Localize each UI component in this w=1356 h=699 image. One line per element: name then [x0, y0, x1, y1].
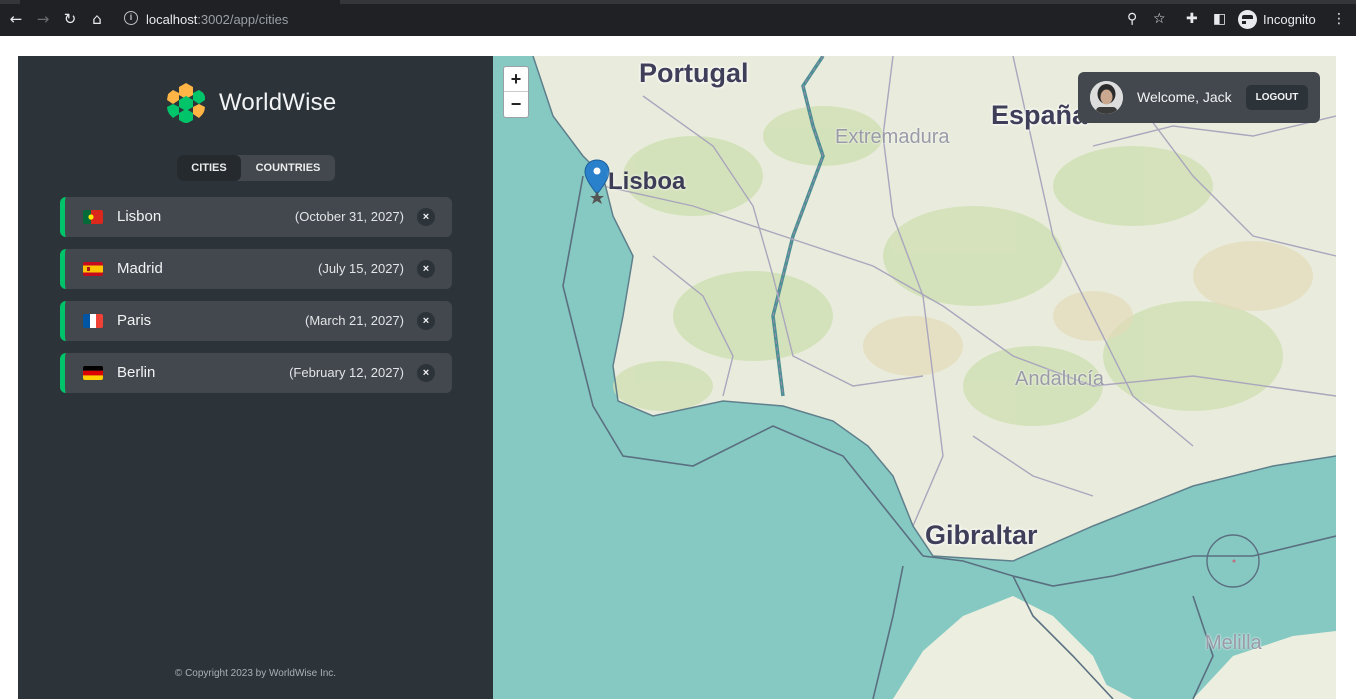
- city-date: (October 31, 2027): [294, 209, 404, 224]
- city-date: (March 21, 2027): [305, 313, 404, 328]
- map-label-andalucia: Andalucía: [1015, 368, 1104, 390]
- map-label-extremadura: Extremadura: [835, 126, 950, 148]
- globe-logo-icon: [164, 81, 208, 125]
- map-label-melilla: Melilla: [1205, 632, 1262, 654]
- tab-countries[interactable]: COUNTRIES: [241, 155, 335, 181]
- delete-city-button[interactable]: ×: [417, 312, 435, 330]
- delete-city-button[interactable]: ×: [417, 364, 435, 382]
- city-item-lisbon[interactable]: Lisbon (October 31, 2027) ×: [60, 197, 452, 237]
- city-list: Lisbon (October 31, 2027) × Madrid (July…: [60, 197, 452, 405]
- delete-city-button[interactable]: ×: [417, 208, 435, 226]
- info-icon[interactable]: i: [124, 11, 138, 25]
- incognito-label: Incognito: [1263, 11, 1316, 27]
- location-icon[interactable]: ⚲: [1127, 10, 1137, 28]
- portugal-flag-icon: [83, 210, 103, 224]
- city-date: (July 15, 2027): [318, 261, 404, 276]
- city-name: Paris: [117, 312, 152, 329]
- extensions-icon[interactable]: ✚: [1186, 10, 1198, 28]
- map-label-espana: España: [991, 100, 1088, 130]
- incognito-icon: [1238, 9, 1261, 29]
- zoom-control: + −: [503, 66, 529, 118]
- map-label-portugal: Portugal: [639, 58, 749, 88]
- back-icon[interactable]: ←: [7, 10, 25, 28]
- city-date: (February 12, 2027): [289, 365, 404, 380]
- incognito-profile[interactable]: Incognito: [1238, 9, 1316, 29]
- city-item-paris[interactable]: Paris (March 21, 2027) ×: [60, 301, 452, 341]
- url-text[interactable]: localhost:3002/app/cities: [146, 12, 288, 27]
- copyright-text: © Copyright 2023 by WorldWise Inc.: [174, 668, 337, 679]
- star-icon[interactable]: ☆: [1153, 10, 1166, 28]
- logo[interactable]: WorldWise: [163, 80, 336, 126]
- germany-flag-icon: [83, 366, 103, 380]
- tab-strip: [0, 0, 1356, 4]
- map-label-gibraltar: Gibraltar: [925, 520, 1038, 550]
- welcome-text: Welcome, Jack: [1137, 89, 1232, 105]
- logout-button[interactable]: LOGOUT: [1246, 85, 1308, 110]
- tab-cities[interactable]: CITIES: [177, 155, 241, 181]
- city-item-berlin[interactable]: Berlin (February 12, 2027) ×: [60, 353, 452, 393]
- city-name: Madrid: [117, 260, 163, 277]
- map-tiles[interactable]: [493, 56, 1336, 699]
- tab-nav: CITIES COUNTRIES: [177, 155, 335, 181]
- map-label-lisboa: Lisboa: [608, 168, 686, 195]
- city-name: Berlin: [117, 364, 156, 381]
- avatar: [1090, 81, 1123, 114]
- city-item-madrid[interactable]: Madrid (July 15, 2027) ×: [60, 249, 452, 289]
- home-icon[interactable]: ⌂: [88, 10, 106, 28]
- sidebar: WorldWise CITIES COUNTRIES Lisbon (Octob…: [18, 56, 493, 699]
- reload-icon[interactable]: ↻: [61, 10, 79, 28]
- map-container[interactable]: Portugal España Extremadura Lisboa Andal…: [493, 56, 1336, 699]
- app-layout: WorldWise CITIES COUNTRIES Lisbon (Octob…: [18, 56, 1336, 699]
- active-tab[interactable]: [20, 0, 340, 4]
- menu-icon[interactable]: ⋮: [1332, 10, 1346, 28]
- user-panel: Welcome, Jack LOGOUT: [1078, 72, 1320, 123]
- zoom-out-button[interactable]: −: [504, 92, 528, 117]
- france-flag-icon: [83, 314, 103, 328]
- browser-toolbar: ← → ↻ ⌂ i localhost:3002/app/cities ⚲ ☆ …: [0, 0, 1356, 36]
- zoom-in-button[interactable]: +: [504, 67, 528, 92]
- spain-flag-icon: [83, 262, 103, 276]
- delete-city-button[interactable]: ×: [417, 260, 435, 278]
- city-name: Lisbon: [117, 208, 162, 225]
- logo-text: WorldWise: [219, 89, 337, 116]
- sidepanel-icon[interactable]: ◧: [1213, 10, 1226, 28]
- forward-icon[interactable]: →: [34, 10, 52, 28]
